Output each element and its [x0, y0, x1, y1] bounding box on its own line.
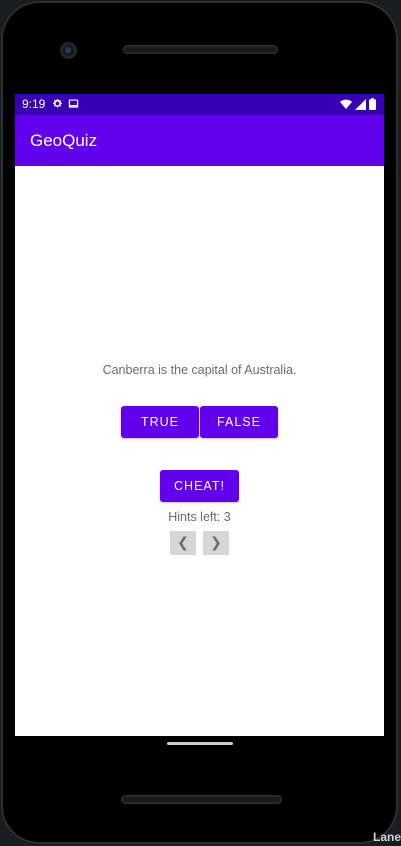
question-text: Canberra is the capital of Australia.: [102, 363, 297, 377]
chevron-left-icon: ❮: [177, 535, 189, 551]
status-bar: 9:19: [15, 94, 384, 115]
hints-left-text: Hints left: 3: [168, 510, 231, 524]
cheat-button[interactable]: CHEAT!: [160, 470, 239, 502]
emulator-device: 9:19 GeoQuiz Canberra is the capital of …: [0, 0, 401, 846]
earpiece-speaker: [123, 45, 278, 54]
battery-icon: [369, 98, 376, 113]
bottom-speaker: [121, 795, 282, 804]
chevron-right-icon: ❯: [210, 535, 222, 551]
app-title: GeoQuiz: [30, 131, 98, 150]
home-indicator[interactable]: [167, 742, 233, 745]
true-button[interactable]: TRUE: [121, 406, 199, 438]
notification-icon: [68, 98, 79, 112]
app-bar: GeoQuiz: [15, 115, 384, 166]
phone-screen: 9:19 GeoQuiz Canberra is the capital of …: [15, 94, 384, 736]
previous-button[interactable]: ❮: [170, 531, 196, 555]
signal-icon: [355, 98, 366, 113]
next-button[interactable]: ❯: [203, 531, 229, 555]
status-time: 9:19: [22, 97, 46, 111]
false-button[interactable]: FALSE: [200, 406, 278, 438]
wifi-icon: [340, 99, 352, 113]
background-window-text: Lane: [372, 830, 401, 844]
front-camera: [60, 42, 77, 59]
gear-icon: [52, 98, 63, 112]
